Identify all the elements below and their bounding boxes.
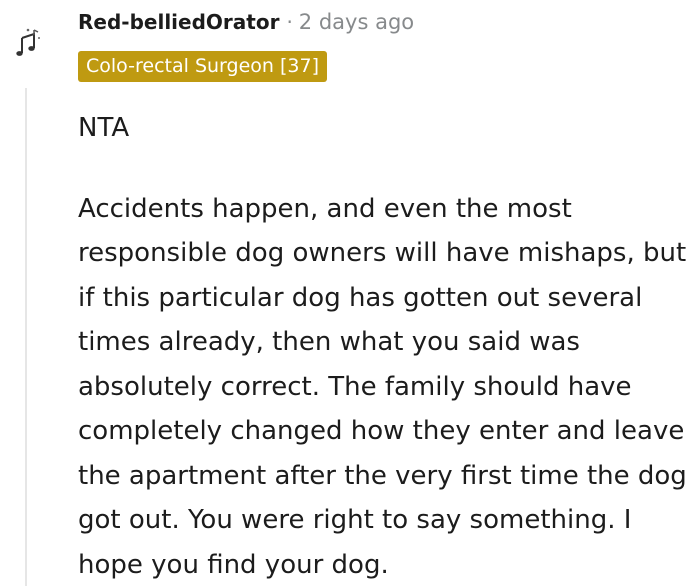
comment-body: NTA Accidents happen, and even the most … [78, 106, 690, 587]
comment-header: Red-belliedOrator · 2 days ago [78, 6, 414, 38]
comment-paragraph: Accidents happen, and even the most resp… [78, 187, 690, 587]
comment-author[interactable]: Red-belliedOrator [78, 10, 279, 34]
meta-separator: · [286, 10, 292, 34]
music-notes-icon [14, 26, 44, 60]
thread-line[interactable] [25, 88, 27, 586]
comment-paragraph: NTA [78, 106, 690, 151]
user-flair: Colo-rectal Surgeon [37] [78, 51, 327, 82]
user-avatar[interactable] [14, 26, 44, 60]
comment-timestamp[interactable]: 2 days ago [299, 10, 414, 34]
